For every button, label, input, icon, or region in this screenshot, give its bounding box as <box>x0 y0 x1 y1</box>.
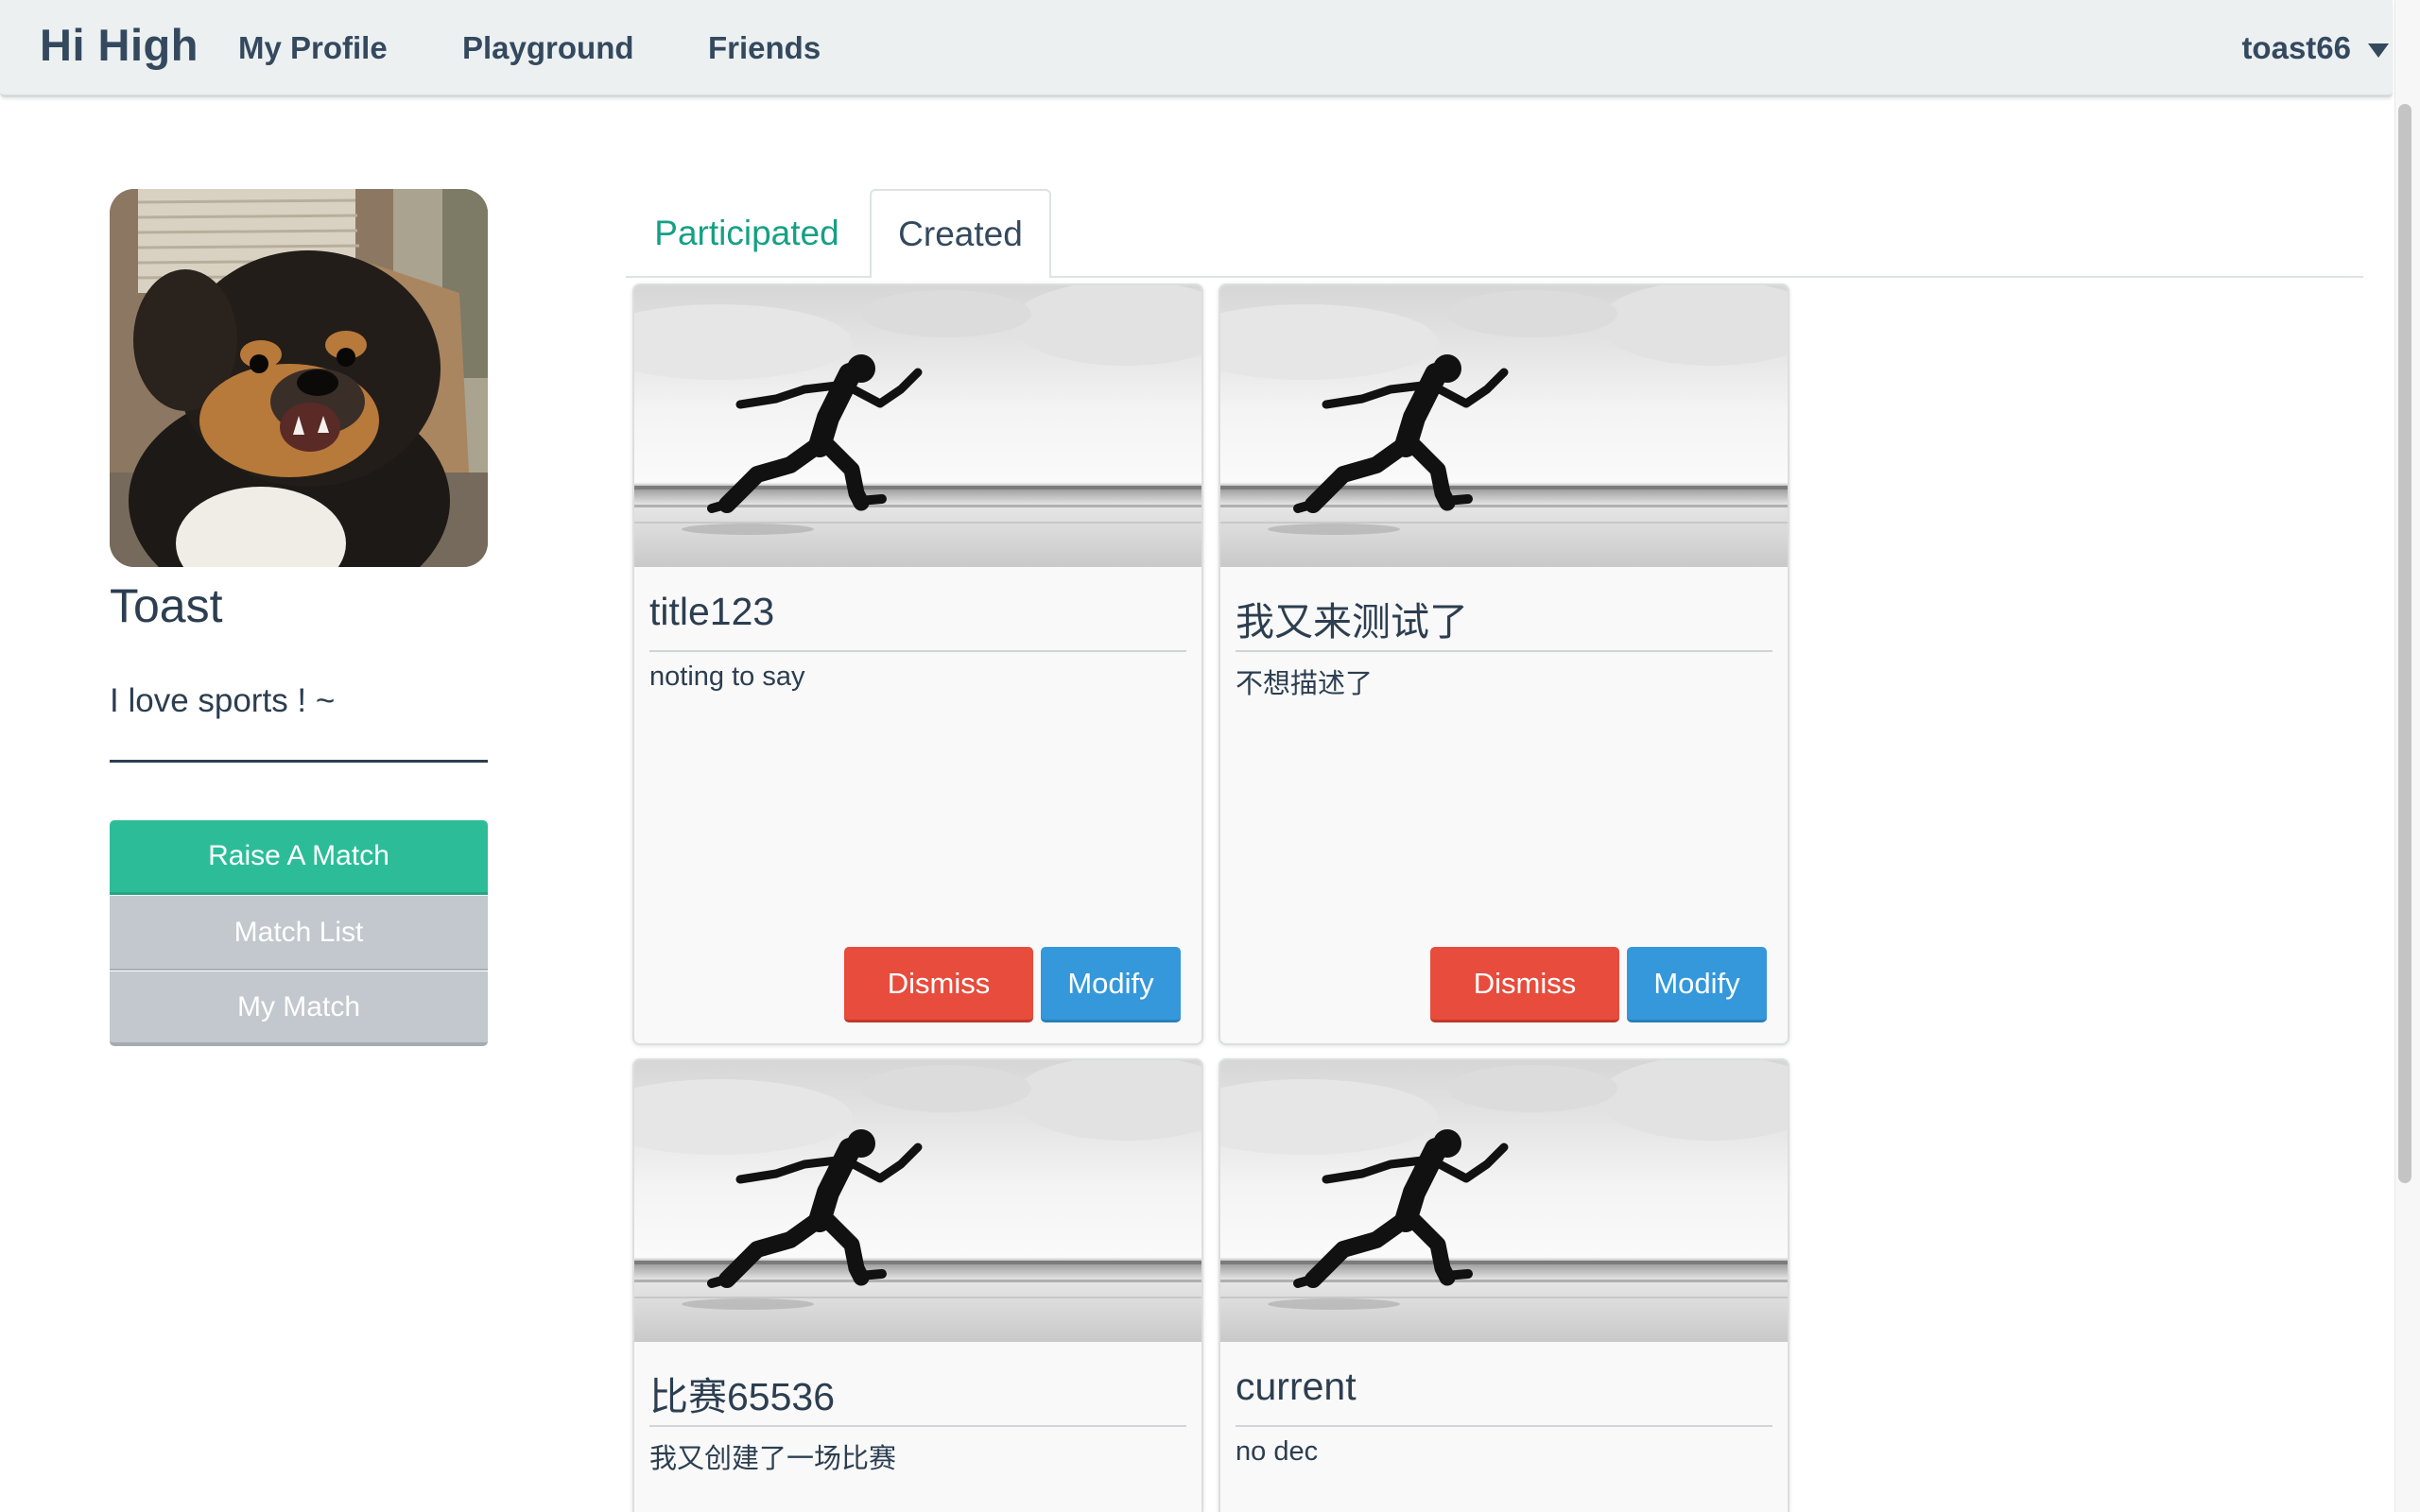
my-match-button[interactable]: My Match <box>110 971 488 1046</box>
match-image <box>1220 1060 1788 1342</box>
dismiss-button[interactable]: Dismiss <box>844 947 1033 1022</box>
profile-name: Toast <box>110 579 223 632</box>
brand-logo[interactable]: Hi High <box>40 19 199 71</box>
modify-button[interactable]: Modify <box>1627 947 1767 1022</box>
modify-button[interactable]: Modify <box>1041 947 1181 1022</box>
card-divider <box>649 1425 1186 1427</box>
username-label: toast66 <box>2241 30 2351 65</box>
match-card[interactable]: 我又来测试了 不想描述了 Dismiss Modify <box>1219 284 1789 1045</box>
raise-match-button[interactable]: Raise A Match <box>110 820 488 895</box>
dismiss-button[interactable]: Dismiss <box>1430 947 1619 1022</box>
match-image <box>634 285 1201 567</box>
card-divider <box>649 650 1186 652</box>
card-divider <box>1236 1425 1772 1427</box>
nav-playground[interactable]: Playground <box>462 30 634 66</box>
tab-created[interactable]: Created <box>870 189 1051 278</box>
profile-bio: I love sports ! ~ <box>110 682 336 719</box>
match-card[interactable]: 比赛65536 我又创建了一场比赛 <box>632 1058 1203 1512</box>
match-title: title123 <box>649 590 775 633</box>
top-navbar: Hi High My Profile Playground Friends to… <box>0 0 2393 97</box>
match-description: noting to say <box>649 662 805 692</box>
avatar <box>110 189 488 567</box>
tab-participated[interactable]: Participated <box>633 189 860 278</box>
match-image <box>634 1060 1201 1342</box>
match-title: 我又来测试了 <box>1236 600 1468 644</box>
scrollbar-thumb[interactable] <box>2398 104 2411 1183</box>
match-description: no dec <box>1236 1436 1319 1467</box>
match-description: 不想描述了 <box>1236 669 1374 699</box>
match-description: 我又创建了一场比赛 <box>649 1444 897 1474</box>
match-list-button[interactable]: Match List <box>110 896 488 971</box>
card-divider <box>1236 650 1772 652</box>
match-title: 比赛65536 <box>649 1375 836 1418</box>
match-card[interactable]: current no dec <box>1219 1058 1789 1512</box>
chevron-down-icon <box>2368 43 2389 58</box>
nav-friends[interactable]: Friends <box>708 30 821 66</box>
match-title: current <box>1236 1365 1357 1408</box>
nav-my-profile[interactable]: My Profile <box>238 30 388 66</box>
user-menu[interactable]: toast66 <box>2241 30 2389 66</box>
match-image <box>1220 285 1788 567</box>
match-card[interactable]: title123 noting to say Dismiss Modify <box>632 284 1203 1045</box>
profile-divider <box>110 760 488 763</box>
